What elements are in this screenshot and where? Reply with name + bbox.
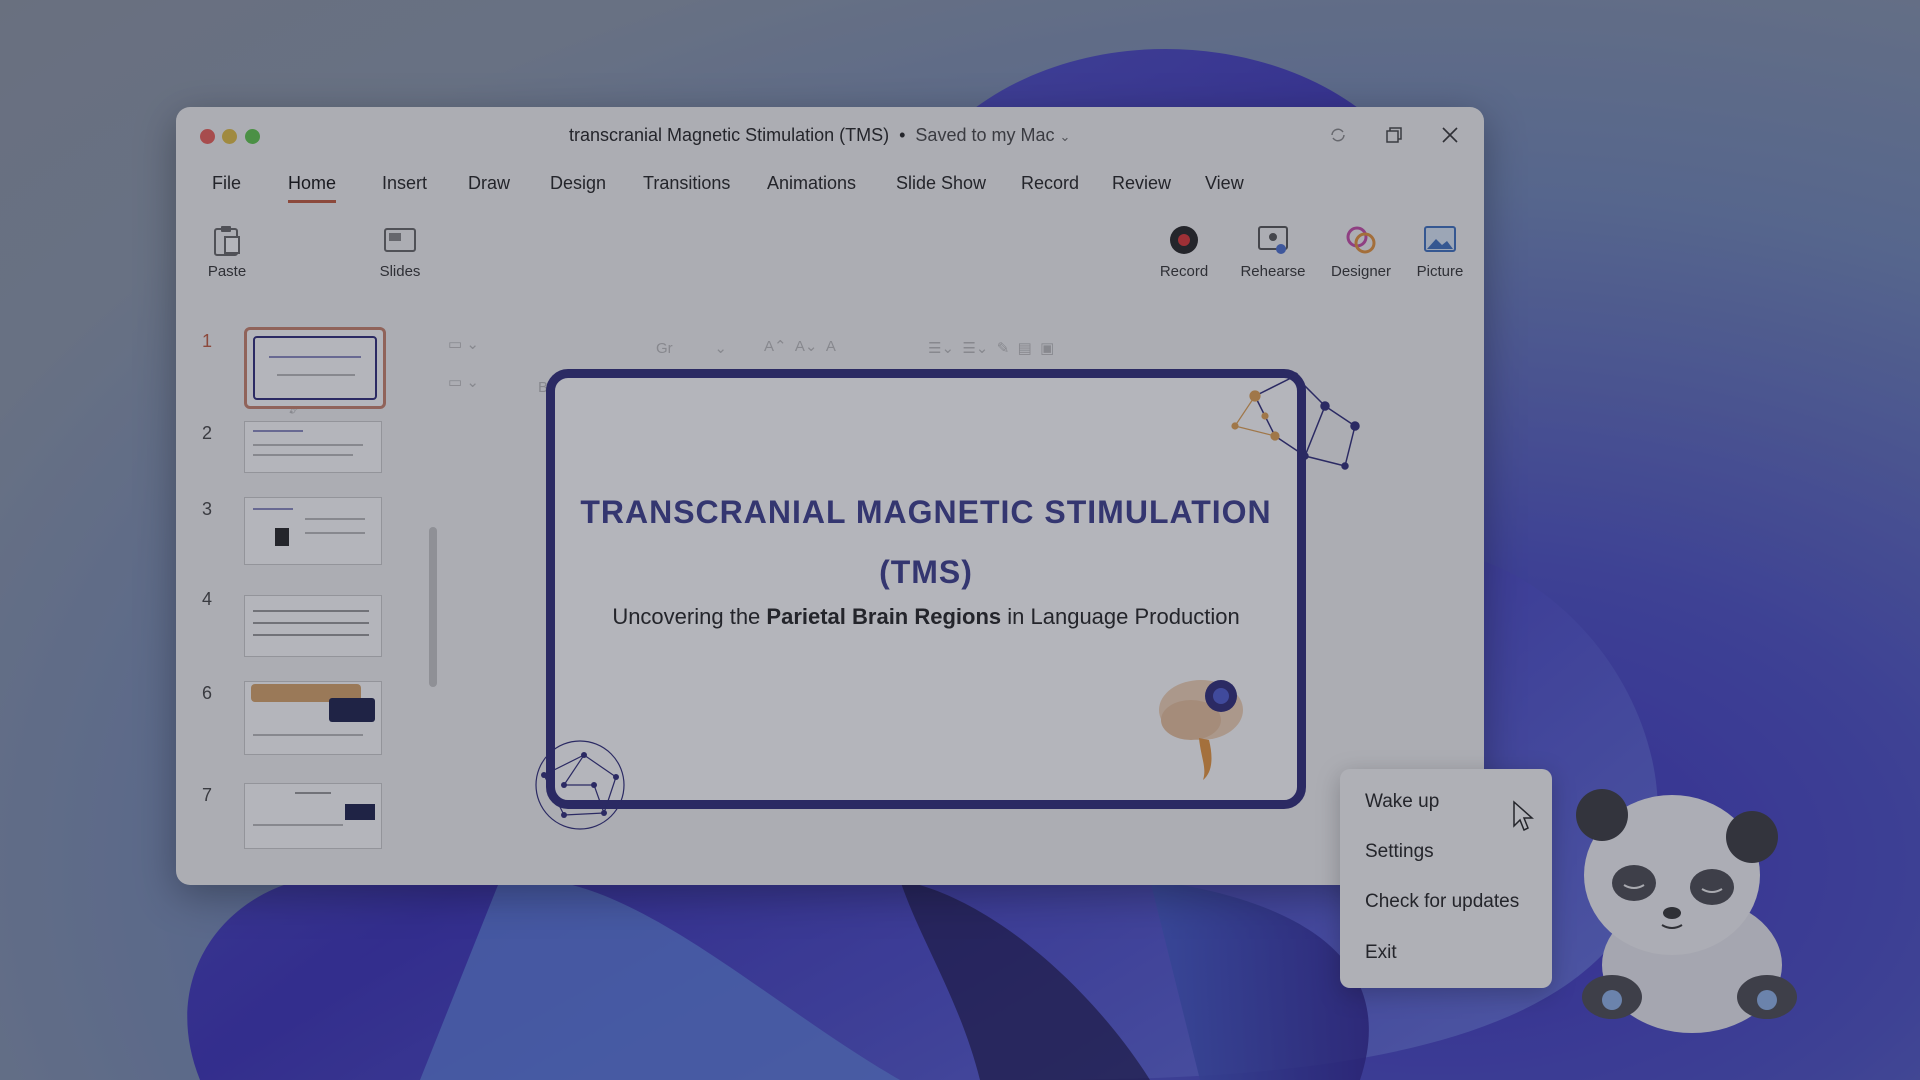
slide-title-line1: TRANSCRANIAL MAGNETIC STIMULATION <box>580 494 1272 530</box>
brain-illustration-icon <box>1159 680 1243 780</box>
document-title[interactable]: transcranial Magnetic Stimulation (TMS) •… <box>569 125 1070 146</box>
slide-thumbnail-4[interactable] <box>244 595 382 657</box>
menu-item-wake-up[interactable]: Wake up <box>1365 791 1439 813</box>
powerpoint-window: transcranial Magnetic Stimulation (TMS) •… <box>176 107 1484 885</box>
designer-icon <box>1346 226 1376 254</box>
clipboard-icon <box>214 226 240 256</box>
slide-canvas[interactable]: TRANSCRANIAL MAGNETIC STIMULATION (TMS) … <box>546 369 1360 809</box>
subtitle-post: in Language Production <box>1001 604 1240 629</box>
menu-item-exit[interactable]: Exit <box>1365 942 1397 964</box>
menu-record[interactable]: Record <box>1021 173 1079 200</box>
minimize-traffic-light[interactable] <box>222 129 237 144</box>
slides-button[interactable]: Slides <box>372 223 428 280</box>
title-bar: transcranial Magnetic Stimulation (TMS) •… <box>176 107 1484 167</box>
menu-home[interactable]: Home <box>288 173 337 203</box>
close-traffic-light[interactable] <box>200 129 215 144</box>
slide-thumbnails-panel: 1 2 3 4 6 7 <box>176 307 456 885</box>
menu-file[interactable]: File <box>212 173 241 200</box>
record-icon <box>1170 226 1198 254</box>
sync-icon[interactable] <box>1328 125 1348 150</box>
rehearse-button[interactable]: Rehearse <box>1236 223 1310 280</box>
slide-number: 1 <box>202 331 213 351</box>
subtitle-pre: Uncovering the <box>612 604 767 629</box>
designer-label: Designer <box>1330 263 1392 280</box>
menu-bar: File Home Insert Draw Design Transitions… <box>176 173 1484 213</box>
record-label: Record <box>1159 263 1209 280</box>
slide-number: 3 <box>202 499 213 519</box>
paste-label: Paste <box>207 263 247 280</box>
network-decoration-icon <box>1231 372 1360 470</box>
slide-number: 2 <box>202 423 213 443</box>
slide-title-line2: (TMS) <box>879 554 973 590</box>
panda-mascot-icon[interactable] <box>1562 765 1822 1035</box>
menu-slide-show[interactable]: Slide Show <box>896 173 986 200</box>
menu-transitions[interactable]: Transitions <box>643 173 730 200</box>
menu-review[interactable]: Review <box>1112 173 1171 200</box>
menu-draw[interactable]: Draw <box>468 173 510 200</box>
restore-icon[interactable] <box>1384 125 1404 150</box>
thumbnail-scrollbar[interactable] <box>429 527 437 687</box>
slide-number: 4 <box>202 589 213 609</box>
ribbon: Paste ✂ ⧉ 🖌 Slides ▭ ⌄ ▭ ⌄ Gr ⌄ A⌃ A⌄ A … <box>176 215 1484 415</box>
rehearse-icon <box>1258 226 1288 254</box>
menu-animations[interactable]: Animations <box>767 173 856 200</box>
slide-number: 7 <box>202 785 213 805</box>
save-status: Saved to my Mac <box>915 125 1055 145</box>
slides-icon <box>384 228 416 252</box>
paste-button[interactable]: Paste <box>200 223 254 280</box>
picture-icon <box>1424 226 1456 252</box>
menu-item-settings[interactable]: Settings <box>1365 841 1434 863</box>
designer-button[interactable]: Designer <box>1324 223 1398 280</box>
font-name-dropdown[interactable]: Gr ⌄ <box>656 339 727 357</box>
font-size-icons[interactable]: A⌃ A⌄ A <box>764 337 836 355</box>
chevron-down-icon: ⌄ <box>1059 129 1071 144</box>
menu-design[interactable]: Design <box>550 173 606 200</box>
network-sphere-icon <box>535 740 625 830</box>
picture-label: Picture <box>1416 263 1464 280</box>
bullets-icon[interactable]: ☰⌄ ☰⌄ ✎ ▤ ▣ <box>928 339 1054 357</box>
mouse-cursor-icon <box>1513 800 1534 832</box>
menu-insert[interactable]: Insert <box>382 173 427 200</box>
slide-thumbnail-3[interactable] <box>244 497 382 565</box>
slide-thumbnail-1[interactable] <box>244 327 386 409</box>
subtitle-bold: Parietal Brain Regions <box>766 604 1002 629</box>
slide-title[interactable]: TRANSCRANIAL MAGNETIC STIMULATION (TMS) <box>555 482 1297 602</box>
slide-thumbnail-2[interactable] <box>244 421 382 473</box>
document-name: transcranial Magnetic Stimulation (TMS) <box>569 125 890 145</box>
rehearse-label: Rehearse <box>1240 263 1306 280</box>
slides-label: Slides <box>379 263 421 280</box>
slide-thumbnail-7[interactable] <box>244 783 382 849</box>
picture-button[interactable]: Picture <box>1410 223 1470 280</box>
record-button[interactable]: Record <box>1156 223 1212 280</box>
menu-item-check-for-updates[interactable]: Check for updates <box>1365 891 1519 913</box>
title-separator: • <box>899 125 906 145</box>
slide-number: 6 <box>202 683 213 703</box>
slide-thumbnail-6[interactable] <box>244 681 382 755</box>
slide-subtitle[interactable]: Uncovering the Parietal Brain Regions in… <box>555 604 1297 630</box>
close-icon[interactable] <box>1440 125 1460 150</box>
menu-view[interactable]: View <box>1205 173 1244 200</box>
zoom-traffic-light[interactable] <box>245 129 260 144</box>
